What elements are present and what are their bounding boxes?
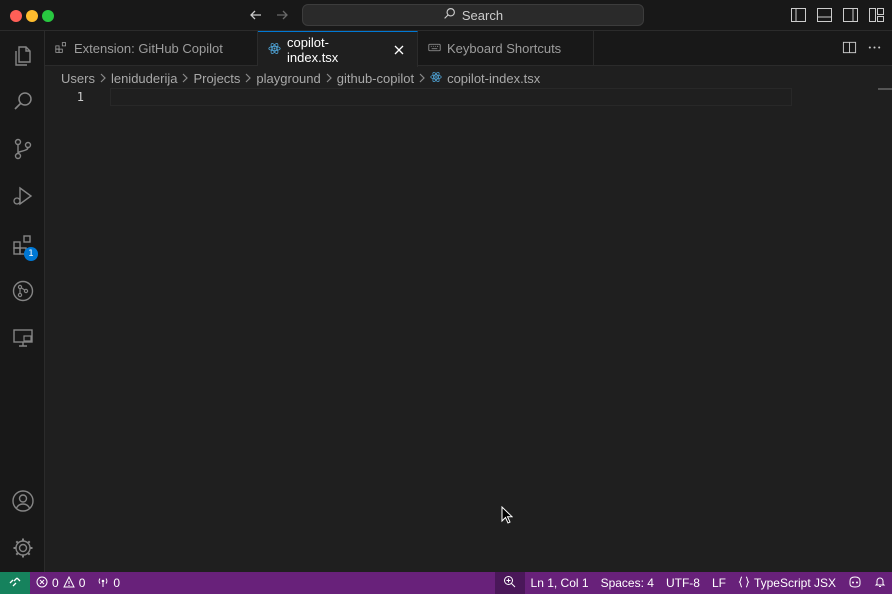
extension-icon xyxy=(55,41,68,57)
language-mode[interactable]: TypeScript JSX xyxy=(732,572,842,594)
chevron-right-icon xyxy=(325,73,333,83)
indentation-setting[interactable]: Spaces: 4 xyxy=(595,572,660,594)
overview-ruler-marker xyxy=(878,88,892,90)
ports-count: 0 xyxy=(113,576,121,590)
toggle-primary-sidebar-icon[interactable] xyxy=(790,7,806,23)
warning-count: 0 xyxy=(78,576,86,590)
toggle-secondary-sidebar-icon[interactable] xyxy=(842,7,858,23)
notifications-bell[interactable] xyxy=(868,572,892,594)
source-control-icon[interactable] xyxy=(0,129,45,169)
ports-indicator[interactable]: 0 xyxy=(91,572,126,594)
activity-bar: 1 xyxy=(0,31,45,572)
remote-explorer-icon[interactable] xyxy=(0,317,45,357)
tab-label: Keyboard Shortcuts xyxy=(447,41,562,56)
breadcrumb-file[interactable]: copilot-index.tsx xyxy=(430,71,540,86)
command-center-search[interactable]: Search xyxy=(302,4,644,26)
breadcrumb-item[interactable]: Users xyxy=(61,71,95,86)
copilot-icon xyxy=(848,575,862,591)
extensions-badge: 1 xyxy=(24,247,38,261)
error-icon xyxy=(36,576,48,591)
back-arrow-icon[interactable] xyxy=(247,6,265,24)
tab-copilot-index-tsx[interactable]: copilot-index.tsx xyxy=(258,31,418,67)
explorer-icon[interactable] xyxy=(0,36,45,76)
close-window-button[interactable] xyxy=(10,10,22,22)
tab-label: copilot-index.tsx xyxy=(287,34,339,65)
status-bar: 0 0 0 Ln 1, Col 1 Spaces: 4 UTF-8 LF Typ… xyxy=(0,572,892,594)
breadcrumb-item[interactable]: Projects xyxy=(193,71,240,86)
zoom-icon xyxy=(503,575,516,591)
broadcast-icon xyxy=(97,576,109,591)
breadcrumb-item[interactable]: playground xyxy=(256,71,320,86)
editor-current-line[interactable] xyxy=(110,88,792,106)
react-icon xyxy=(430,71,442,86)
remote-indicator[interactable] xyxy=(0,572,30,594)
chevron-right-icon xyxy=(99,73,107,83)
extensions-icon[interactable]: 1 xyxy=(0,225,45,265)
more-actions-icon[interactable] xyxy=(867,40,882,58)
warning-icon xyxy=(62,575,75,591)
forward-arrow-icon[interactable] xyxy=(273,6,291,24)
tab-keyboard-shortcuts[interactable]: Keyboard Shortcuts xyxy=(418,31,594,66)
search-label: Search xyxy=(461,7,504,23)
breadcrumb-item[interactable]: leniduderija xyxy=(111,71,178,86)
zoom-indicator[interactable] xyxy=(494,572,525,594)
problems-indicator[interactable]: 0 0 xyxy=(30,572,91,594)
bell-icon xyxy=(874,576,886,591)
remote-icon xyxy=(9,576,21,591)
braces-icon xyxy=(738,576,750,591)
error-count: 0 xyxy=(52,576,59,590)
chevron-right-icon xyxy=(244,73,252,83)
keyboard-icon xyxy=(428,41,441,57)
customize-layout-icon[interactable] xyxy=(868,7,884,23)
cursor-position[interactable]: Ln 1, Col 1 xyxy=(525,572,595,594)
toggle-panel-icon[interactable] xyxy=(816,7,832,23)
manage-gear-icon[interactable] xyxy=(0,528,45,568)
breadcrumb-file-label: copilot-index.tsx xyxy=(447,70,541,86)
title-bar: Search xyxy=(0,0,892,31)
eol-setting[interactable]: LF xyxy=(706,572,732,594)
tab-extension-github-copilot[interactable]: Extension: GitHub Copilot xyxy=(45,31,258,66)
breadcrumb-item[interactable]: github-copilot xyxy=(337,71,414,86)
run-and-debug-icon[interactable] xyxy=(0,176,45,216)
breadcrumb: Users leniduderija Projects playground g… xyxy=(61,67,540,89)
chevron-right-icon xyxy=(418,73,426,83)
close-tab-icon[interactable] xyxy=(391,42,407,58)
language-label: TypeScript JSX xyxy=(753,576,836,590)
encoding-setting[interactable]: UTF-8 xyxy=(660,572,706,594)
editor-tab-bar: Extension: GitHub Copilot copilot-index.… xyxy=(45,31,892,67)
github-icon[interactable] xyxy=(0,271,45,311)
react-icon xyxy=(268,42,281,58)
search-icon[interactable] xyxy=(0,82,45,122)
search-icon xyxy=(443,7,456,23)
copilot-status[interactable] xyxy=(842,572,868,594)
maximize-window-button[interactable] xyxy=(42,10,54,22)
minimize-window-button[interactable] xyxy=(26,10,38,22)
account-icon[interactable] xyxy=(0,481,45,521)
line-number: 1 xyxy=(76,90,84,104)
tab-label: Extension: GitHub Copilot xyxy=(74,41,223,56)
chevron-right-icon xyxy=(181,73,189,83)
mouse-pointer-icon xyxy=(501,505,514,527)
split-editor-icon[interactable] xyxy=(842,40,857,58)
